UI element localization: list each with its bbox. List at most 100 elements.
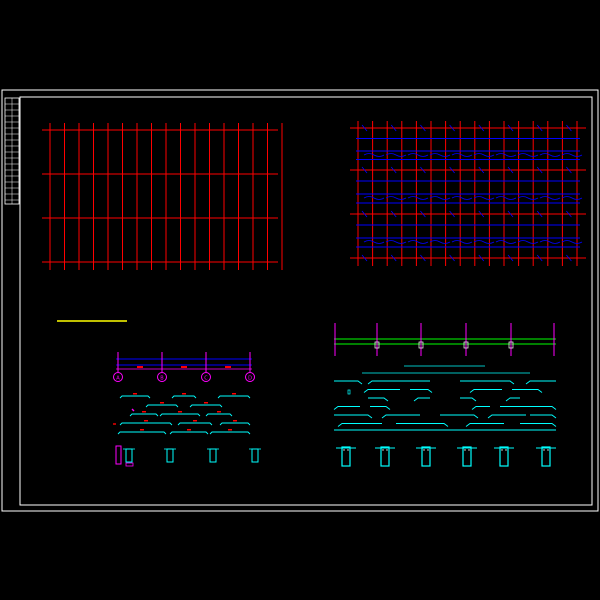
rebar-label-mark [160,402,164,404]
rebar-bar [129,413,159,417]
rebar-hook [473,153,495,157]
rebar-hook [451,196,473,200]
rebar-label-mark [144,420,148,422]
rebar-label-mark [232,393,236,395]
rebar-hook [451,153,473,157]
rebar-dot [501,449,503,451]
rebar-bar [396,423,449,427]
rebar-bar [117,431,167,435]
rebar-label-mark [142,411,146,413]
section-marker [125,462,134,467]
structural-grid-plan [42,123,283,270]
rebar-bar [487,414,526,419]
rebar-hook [561,196,583,200]
rebar-bar [333,406,360,410]
rebar-bar [520,423,557,427]
beam-reinforcement-plan [350,121,586,266]
rebar-bar [219,422,251,426]
rebar-hook [561,240,583,244]
rebar-bar [530,414,557,419]
rebar-bar [410,389,433,393]
rebar-dot [505,449,507,451]
rebar-hook [407,196,429,200]
rebar-bar [119,395,151,399]
rebar-hook [451,240,473,244]
beam-cross-section [462,446,472,467]
rebar-bar [525,380,556,385]
rebar-dot [543,449,545,451]
rebar-hook [561,153,583,157]
beam-elevation-right [333,323,557,467]
rebar-hook [363,196,385,200]
rebar-hook [517,240,539,244]
rebar-dot [347,449,349,451]
rebar-hook [539,240,561,244]
rebar-bar [381,414,420,419]
rebar-hook [429,196,451,200]
rebar-dot [547,449,549,451]
rebar-bar [367,380,430,385]
rebar-hook [407,153,429,157]
dimension-mark [181,366,187,368]
rebar-label-mark [133,393,137,395]
rebar-marker [347,389,351,395]
rebar-hook [385,196,407,200]
rebar-label-mark [233,420,237,422]
axis-bubble-label: D [248,376,252,382]
beam-cross-section [125,448,133,463]
rebar-bar [177,422,213,426]
section-marker [115,445,122,465]
rebar-bar [505,397,520,402]
rebar-bar [209,431,251,435]
rebar-hook [495,153,517,157]
rebar-dot [464,449,466,451]
rebar-hook [429,153,451,157]
rebar-bar [469,389,502,393]
rebar-bar [440,414,479,419]
beam-cross-section [421,446,431,467]
beam-cross-section [341,446,351,467]
rebar-dot [468,449,470,451]
rebar-label-mark [178,411,182,413]
cad-drawing-viewport: A B C D [0,0,600,600]
beam-cross-section [166,448,174,463]
rebar-label-mark [182,393,186,395]
rebar-label-mark [217,411,221,413]
beam-cross-section [541,446,551,467]
rebar-bar [217,395,251,399]
rebar-hook [407,240,429,244]
rebar-bar [159,413,201,417]
dimension-mark [225,366,231,368]
rebar-label-mark [131,408,135,412]
rebar-bar [465,423,504,427]
rebar-label-mark [140,429,144,431]
rebar-bar [368,397,389,402]
rebar-hook [363,240,385,244]
rebar-hook [517,196,539,200]
rebar-dot [343,449,345,451]
rebar-hook [429,240,451,244]
rebar-hook [363,153,385,157]
rebar-label-mark [228,429,232,431]
rebar-bar [119,422,173,426]
rebar-bar [171,395,197,399]
rebar-bar [471,406,490,410]
rebar-bar [169,431,209,435]
rebar-bar [512,389,543,393]
rebar-dot [382,449,384,451]
rebar-bar [145,404,179,408]
rebar-hook [495,240,517,244]
rebar-hook [539,196,561,200]
rebar-bar [334,414,373,419]
rebar-hook [539,153,561,157]
beam-cross-section [251,448,259,463]
axis-bubble-label: B [160,376,164,382]
rebar-bar [460,380,515,385]
rebar-label-mark [204,402,208,404]
cad-canvas: A B C D [1,89,599,512]
beam-elevation-left: A B C D [113,352,261,467]
rebar-dot [427,449,429,451]
rebar-bar [500,406,557,410]
beam-cross-section [209,448,217,463]
rebar-label-mark [193,420,197,422]
